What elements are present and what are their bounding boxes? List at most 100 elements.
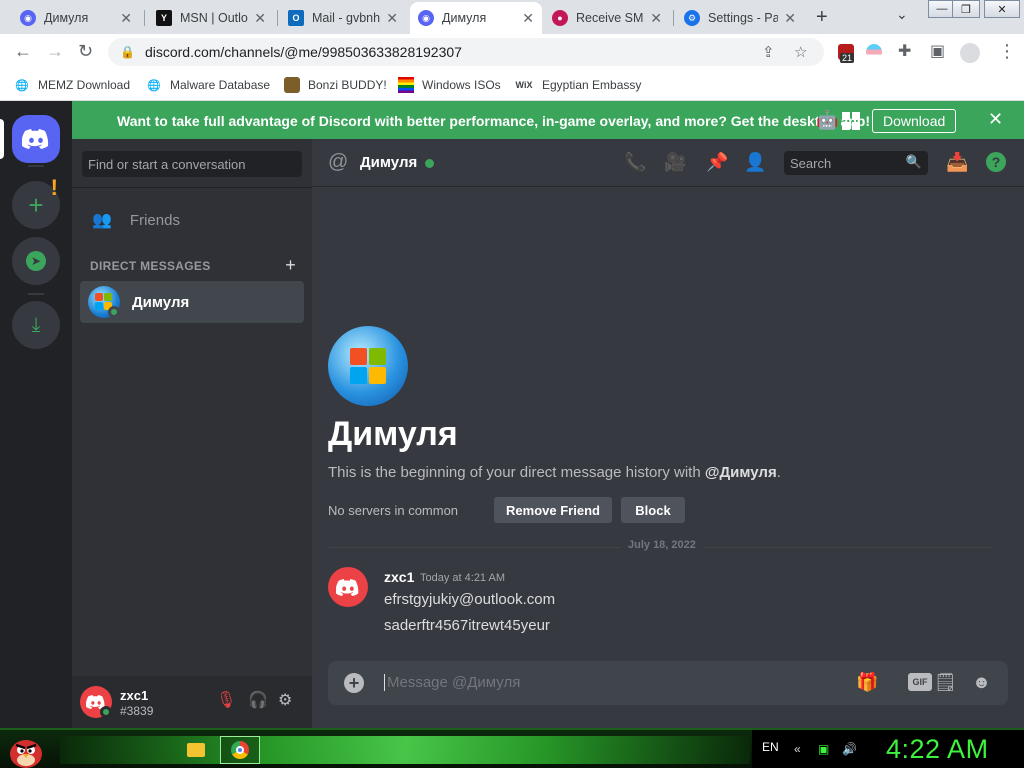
message-line: saderftr4567itrewt45yeur [384, 617, 550, 634]
compass-icon: ➤ [26, 251, 46, 271]
url-text: discord.com/channels/@me/998503633828192… [144, 44, 462, 60]
browser-tab[interactable]: ⚙ Settings - Pa ✕ [676, 2, 804, 34]
discord-logo-icon [22, 129, 49, 149]
close-tab-icon[interactable]: ✕ [784, 10, 796, 27]
dm-item[interactable]: Димуля [80, 281, 304, 323]
find-conversation-input[interactable]: Find or start a conversation [82, 151, 302, 177]
browser-tab[interactable]: O Mail - gvbnhj ✕ [280, 2, 406, 34]
kebab-menu-icon[interactable]: ⋮ [998, 41, 1016, 62]
flag-extension-icon[interactable] [866, 44, 882, 60]
discord-favicon-icon: ◉ [20, 10, 36, 26]
mute-microphone-icon[interactable]: 🎙 [216, 690, 236, 710]
attach-plus-icon[interactable]: + [344, 673, 364, 693]
plus-icon: + [28, 190, 44, 220]
browser-tab-active[interactable]: ◉ Димуля ✕ [410, 2, 542, 34]
friends-nav-item[interactable]: 👥 Friends [80, 199, 304, 241]
gift-icon[interactable]: 🎁 [856, 672, 878, 693]
dm-sidebar: Find or start a conversation 👥 Friends D… [72, 139, 312, 728]
user-panel: zxc1 #3839 🎙 🎧 ⚙ [72, 676, 312, 728]
close-tab-icon[interactable]: ✕ [522, 10, 534, 27]
pinned-messages-icon[interactable]: 📌 [706, 152, 728, 173]
reload-icon[interactable]: ↻ [78, 41, 93, 62]
video-call-icon[interactable]: 🎥 [664, 152, 686, 173]
online-status-dot [108, 306, 120, 318]
explore-servers-button[interactable]: ➤ [12, 237, 60, 285]
bookmark-item[interactable]: Bonzi BUDDY! [284, 77, 387, 93]
download-button[interactable]: Download [872, 109, 957, 133]
tab-search-chevron-icon[interactable]: ⌄ [896, 6, 908, 23]
message-avatar[interactable] [328, 567, 368, 607]
close-banner-icon[interactable]: ✕ [988, 109, 1003, 130]
rainbow-flag-icon [398, 77, 414, 93]
tray-chevron-icon[interactable]: « [794, 742, 801, 756]
forward-arrow-icon[interactable]: → [46, 41, 64, 62]
online-status-dot [100, 706, 112, 718]
close-tab-icon[interactable]: ✕ [254, 10, 266, 27]
bookmark-star-icon[interactable]: ☆ [794, 43, 807, 61]
file-explorer-taskbar-icon[interactable] [176, 736, 216, 764]
browser-tab[interactable]: ● Receive SMS ✕ [544, 2, 670, 34]
bookmark-item[interactable]: WiX Egyptian Embassy [514, 77, 642, 93]
start-button[interactable] [4, 730, 48, 768]
user-avatar[interactable] [80, 686, 112, 718]
volume-icon[interactable]: 🔊 [842, 742, 857, 756]
message-timestamp: Today at 4:21 AM [420, 572, 505, 584]
restore-window-button[interactable]: ❐ [952, 0, 980, 18]
browser-tab-strip: ◉ Димуля ✕ Y MSN | Outlook ✕ O Mail - gv… [0, 0, 1024, 34]
back-arrow-icon[interactable]: ← [14, 41, 32, 62]
at-sign-icon: @ [328, 151, 349, 173]
intro-title: Димуля [328, 415, 458, 453]
settings-gear-icon[interactable]: ⚙ [278, 690, 292, 710]
create-dm-plus-icon[interactable]: + [285, 255, 296, 276]
bookmark-item[interactable]: 🌐 Malware Database [146, 77, 270, 93]
extensions-puzzle-icon[interactable]: ✚ [898, 41, 911, 61]
new-tab-icon[interactable]: + [816, 6, 828, 29]
download-apps-button[interactable]: ⤓ [12, 301, 60, 349]
side-panel-icon[interactable]: ▣ [930, 41, 945, 61]
bookmarks-bar: 🌐 MEMZ Download 🌐 Malware Database Bonzi… [0, 70, 1024, 101]
discord-favicon-icon: ◉ [418, 10, 434, 26]
gif-button[interactable]: GIF [908, 673, 932, 691]
address-bar[interactable]: 🔒 discord.com/channels/@me/9985036338281… [108, 38, 824, 66]
server-rail: + ! ➤ ⤓ [0, 101, 72, 728]
close-tab-icon[interactable]: ✕ [650, 10, 662, 27]
server-separator [28, 165, 44, 167]
language-indicator[interactable]: EN [762, 740, 779, 754]
message-composer[interactable]: + Message @Димуля 🎁 GIF 🗒 ☻ [328, 661, 1008, 705]
emoji-icon[interactable]: ☻ [972, 672, 991, 693]
close-tab-icon[interactable]: ✕ [386, 10, 398, 27]
add-server-button[interactable]: + ! [12, 175, 60, 229]
network-icon[interactable]: ▣ [818, 742, 829, 756]
message-input[interactable]: Message @Димуля [384, 674, 520, 691]
block-button[interactable]: Block [621, 497, 685, 523]
browser-tab[interactable]: Y MSN | Outlook ✕ [148, 2, 274, 34]
chrome-taskbar-icon[interactable] [220, 736, 260, 764]
message-author[interactable]: zxc1 [384, 569, 414, 585]
tab-separator [144, 10, 145, 26]
headphones-icon[interactable]: 🎧 [248, 690, 268, 710]
chrome-icon [231, 741, 249, 759]
bookmark-item[interactable]: 🌐 MEMZ Download [14, 77, 130, 93]
close-tab-icon[interactable]: ✕ [120, 10, 132, 27]
discord-home-button[interactable] [12, 115, 60, 163]
search-input[interactable]: Search 🔍 [784, 151, 928, 175]
sticker-icon[interactable]: 🗒 [934, 672, 957, 693]
clock[interactable]: 4:22 AM [886, 734, 989, 765]
share-icon[interactable]: ⇪ [762, 43, 775, 61]
ublock-extension-icon[interactable]: 21 [838, 44, 855, 63]
close-window-button[interactable]: ✕ [984, 0, 1020, 18]
taskbar: EN « ▣ 🔊 4:22 AM [0, 728, 1024, 768]
taskbar-glow [60, 736, 750, 764]
wix-icon: WiX [515, 80, 533, 90]
alert-exclamation-icon: ! [50, 175, 58, 200]
browser-tab[interactable]: ◉ Димуля ✕ [12, 2, 140, 34]
inbox-icon[interactable]: 📥 [946, 152, 968, 173]
help-icon[interactable]: ? [986, 152, 1006, 172]
add-friend-to-dm-icon[interactable]: 👤 [744, 152, 766, 173]
chat-area: @ Димуля 📞 🎥 📌 👤 Search 🔍 📥 ? Димуля Thi… [312, 139, 1024, 728]
remove-friend-button[interactable]: Remove Friend [494, 497, 612, 523]
voice-call-icon[interactable]: 📞 [624, 152, 646, 173]
profile-avatar-icon[interactable] [960, 43, 980, 63]
no-servers-in-common: No servers in common [328, 503, 459, 518]
bookmark-item[interactable]: Windows ISOs [398, 77, 501, 93]
